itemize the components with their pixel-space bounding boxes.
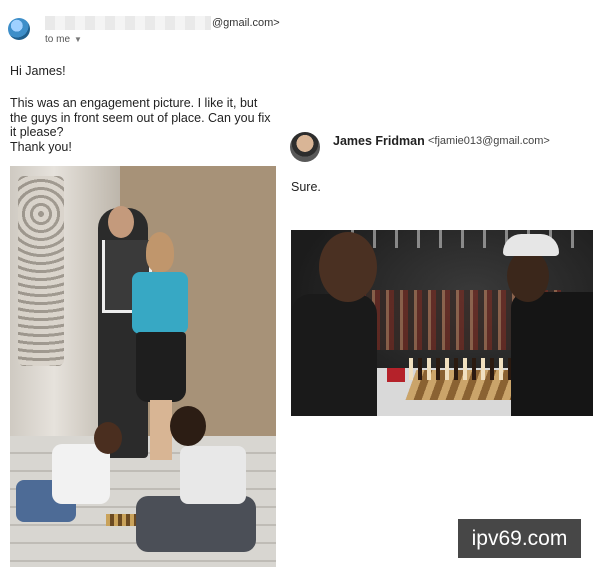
watermark-label: ipv69.com: [458, 519, 581, 558]
sender-email-domain: @gmail.com>: [212, 17, 280, 29]
reply-avatar[interactable]: [290, 132, 320, 162]
reply-sender-name[interactable]: James Fridman: [333, 134, 425, 148]
email-greeting: Hi James!: [10, 64, 66, 78]
reply-message: Sure.: [291, 180, 321, 194]
sender-avatar[interactable]: [8, 18, 30, 40]
sender-name-redacted: [45, 16, 211, 30]
reply-sender-email: <fjamie013@gmail.com>: [428, 135, 550, 147]
chess-tournament-photo: [291, 230, 593, 416]
recipient-label: to me: [45, 34, 71, 45]
chevron-down-icon[interactable]: ▼: [74, 35, 82, 44]
email-message: This was an engagement picture. I like i…: [10, 96, 271, 154]
engagement-photo: [10, 166, 276, 567]
recipient-dropdown[interactable]: to me ▼: [45, 34, 82, 45]
